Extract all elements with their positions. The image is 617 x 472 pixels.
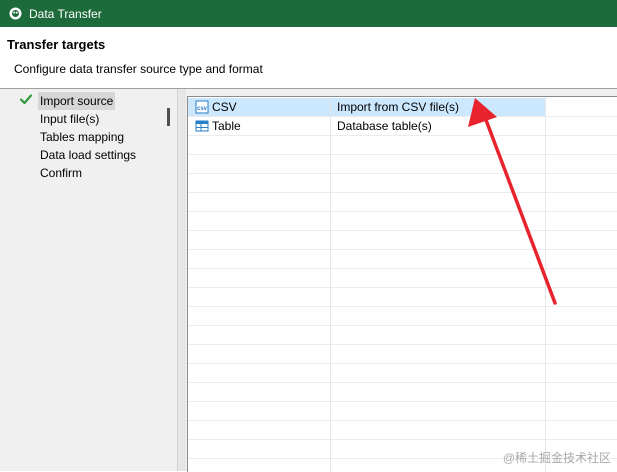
table-row-empty xyxy=(188,383,617,402)
column-divider xyxy=(545,97,546,472)
csv-file-icon: csv xyxy=(195,100,209,114)
splitter-handle[interactable] xyxy=(167,108,170,126)
type-description: Import from CSV file(s) xyxy=(337,100,460,114)
nav-item-label: Input file(s) xyxy=(40,112,100,126)
nav-item-label: Confirm xyxy=(40,166,83,180)
table-row-empty xyxy=(188,174,617,193)
nav-item-import-source[interactable]: Import source xyxy=(38,92,116,110)
type-name: CSV xyxy=(212,100,237,114)
nav-item-tables-mapping[interactable]: Tables mapping xyxy=(40,128,124,146)
table-row-empty xyxy=(188,193,617,212)
type-name: Table xyxy=(212,119,241,133)
table-row-empty xyxy=(188,155,617,174)
source-type-table: csv CSV Import from CSV file(s) Table Da… xyxy=(187,96,617,472)
title-bar: Data Transfer xyxy=(0,0,617,27)
table-row-table[interactable]: Table Database table(s) xyxy=(188,117,617,136)
dbeaver-icon xyxy=(9,7,22,20)
nav-item-label: Data load settings xyxy=(40,148,137,162)
table-row-empty xyxy=(188,307,617,326)
table-row-empty xyxy=(188,345,617,364)
page-subtitle: Configure data transfer source type and … xyxy=(14,62,263,76)
wizard-body: Import source Input file(s) Tables mappi… xyxy=(0,89,617,472)
table-row-empty xyxy=(188,326,617,345)
table-row-csv[interactable]: csv CSV Import from CSV file(s) xyxy=(188,98,617,117)
table-row-empty xyxy=(188,402,617,421)
watermark: @稀土掘金技术社区 xyxy=(502,451,611,465)
nav-item-label: Tables mapping xyxy=(40,130,125,144)
wizard-header: Transfer targets Configure data transfer… xyxy=(0,27,617,88)
table-icon xyxy=(195,120,209,132)
table-row-empty xyxy=(188,250,617,269)
type-description: Database table(s) xyxy=(337,119,432,133)
table-row-empty xyxy=(188,364,617,383)
nav-item-confirm[interactable]: Confirm xyxy=(40,164,82,182)
wizard-steps-nav: Import source Input file(s) Tables mappi… xyxy=(0,89,162,471)
nav-item-label: Import source xyxy=(40,94,114,108)
table-row-empty xyxy=(188,212,617,231)
checkmark-icon xyxy=(19,94,33,105)
table-row-empty xyxy=(188,421,617,440)
nav-item-input-files[interactable]: Input file(s) xyxy=(40,110,99,128)
svg-text:csv: csv xyxy=(197,106,208,112)
page-title: Transfer targets xyxy=(7,37,106,52)
table-row-empty xyxy=(188,231,617,250)
table-row-empty xyxy=(188,136,617,155)
column-divider xyxy=(330,97,331,472)
nav-item-data-load-settings[interactable]: Data load settings xyxy=(40,146,136,164)
window-title: Data Transfer xyxy=(29,6,102,21)
table-row-empty xyxy=(188,269,617,288)
panel-divider[interactable] xyxy=(177,89,186,471)
table-row-empty xyxy=(188,288,617,307)
